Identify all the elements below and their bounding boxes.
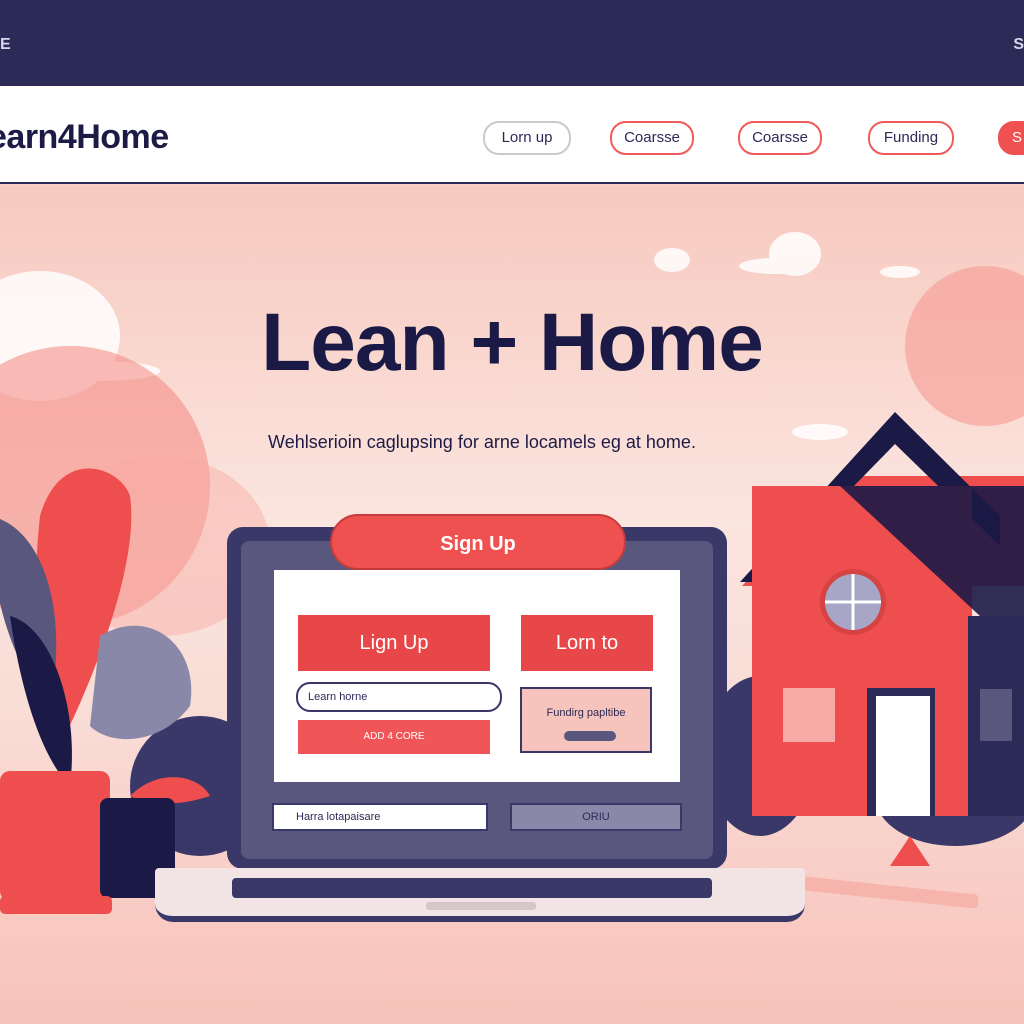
pot-icon xyxy=(0,771,110,901)
signup-pill-button[interactable]: Sign Up xyxy=(330,514,626,570)
trackpad xyxy=(426,902,536,910)
add-course-button[interactable]: ADD 4 CORE xyxy=(298,720,490,754)
funding-label: Fundirg papltibe xyxy=(546,707,626,719)
login-button[interactable]: Lorn to xyxy=(521,615,653,671)
top-bar-left-text: E xyxy=(0,36,11,53)
nav-courses-link-2[interactable]: Coarsse xyxy=(738,121,822,155)
house-icon xyxy=(740,412,1024,816)
site-logo[interactable]: earn4Home xyxy=(0,118,169,157)
funding-card[interactable]: Fundirg papltibe xyxy=(520,687,652,753)
funding-progress-bar xyxy=(564,731,616,741)
bottom-input-field[interactable]: Harra lotapaisare xyxy=(272,803,488,831)
keyboard xyxy=(232,878,712,898)
hero-tagline: Wehlserioin caglupsing for arne locamels… xyxy=(268,432,696,452)
nav-login-link[interactable]: Lorn up xyxy=(483,121,571,155)
top-bar-right-text: S xyxy=(1013,36,1024,53)
bottom-action-button[interactable]: ORIU xyxy=(510,803,682,831)
nav-funding-link[interactable]: Funding xyxy=(868,121,954,155)
signup-button[interactable]: Lign Up xyxy=(298,615,490,671)
search-input[interactable]: Learn horne xyxy=(296,682,502,712)
nav-cta-button[interactable]: S xyxy=(998,121,1024,155)
nav-courses-link[interactable]: Coarsse xyxy=(610,121,694,155)
hero-headline: Lean + Home xyxy=(261,297,764,388)
top-bar: E S xyxy=(0,0,1024,86)
